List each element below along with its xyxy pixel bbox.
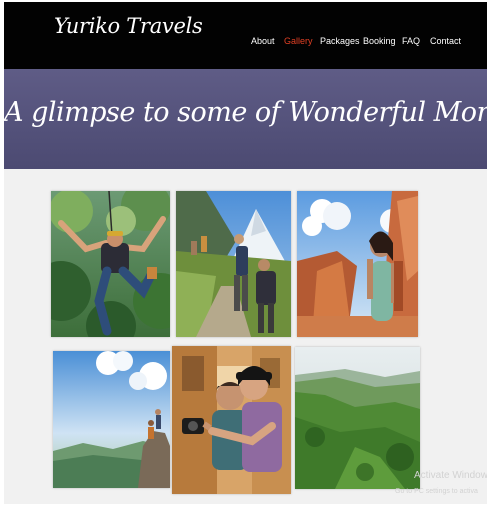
main-nav: About Gallery Packages Booking FAQ Conta… bbox=[4, 36, 487, 50]
watermark-title: Activate Windows bbox=[414, 470, 487, 481]
nav-gallery[interactable]: Gallery bbox=[284, 36, 313, 46]
cliff-viewpoint-photo[interactable] bbox=[53, 351, 170, 488]
nav-contact[interactable]: Contact bbox=[430, 36, 461, 46]
nav-about[interactable]: About bbox=[251, 36, 275, 46]
site-logo[interactable]: Yuriko Travels bbox=[54, 14, 203, 38]
green-hills-photo[interactable] bbox=[295, 347, 420, 489]
couple-selfie-photo[interactable] bbox=[172, 346, 291, 494]
top-navbar: Yuriko Travels About Gallery Packages Bo… bbox=[4, 2, 487, 69]
cliff-viewpoint-image bbox=[53, 351, 170, 488]
nav-faq[interactable]: FAQ bbox=[402, 36, 420, 46]
nav-packages[interactable]: Packages bbox=[320, 36, 360, 46]
green-hills-image bbox=[295, 347, 420, 489]
mountain-hikers-image bbox=[176, 191, 291, 337]
watermark-subtitle: Go to PC settings to activa bbox=[395, 488, 478, 495]
nav-booking[interactable]: Booking bbox=[363, 36, 396, 46]
page: Yuriko Travels About Gallery Packages Bo… bbox=[4, 2, 487, 504]
hero-banner: A glimpse to some of Wonderful Moments bbox=[4, 69, 487, 169]
couple-selfie-image bbox=[172, 346, 291, 494]
zipline-jungle-image bbox=[51, 191, 170, 337]
canyon-hiker-woman-photo[interactable] bbox=[297, 191, 418, 337]
canyon-hiker-woman-image bbox=[297, 191, 418, 337]
hero-title: A glimpse to some of Wonderful Moments bbox=[4, 97, 487, 128]
zipline-jungle-photo[interactable] bbox=[51, 191, 170, 337]
mountain-hikers-photo[interactable] bbox=[176, 191, 291, 337]
